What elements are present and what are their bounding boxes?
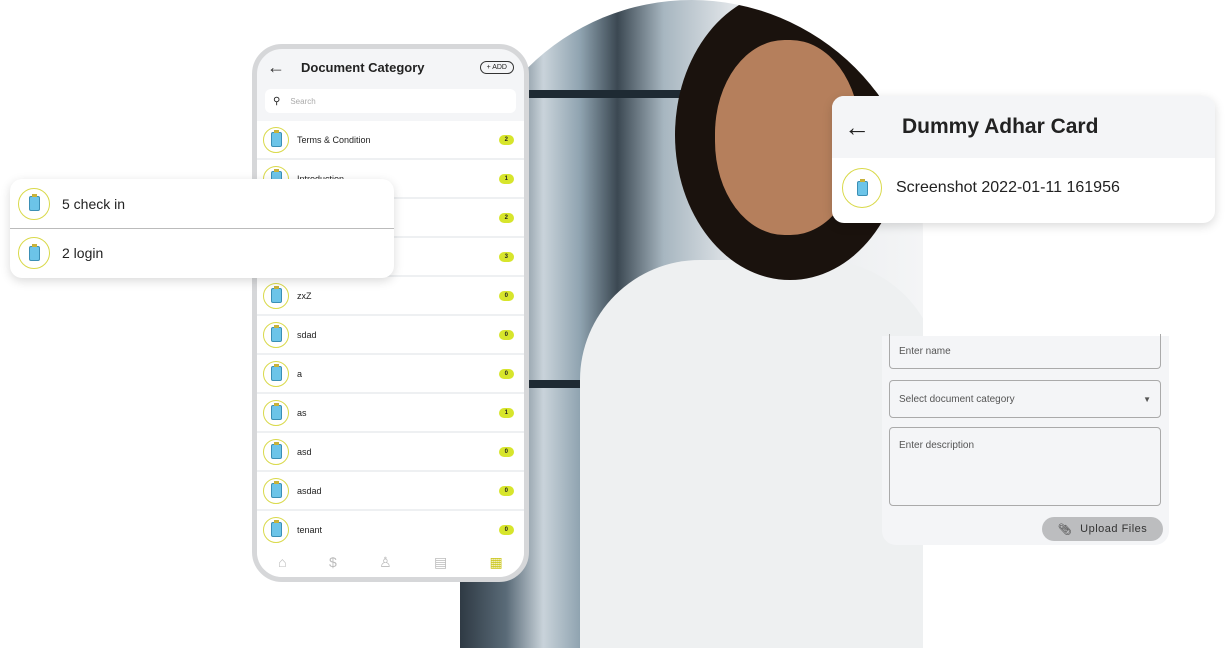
page-title: Document Category xyxy=(301,59,425,75)
count-badge: 0 xyxy=(498,368,514,379)
count-badge: 0 xyxy=(498,485,514,496)
count-badge: 0 xyxy=(498,524,514,535)
category-row[interactable]: asdad 0 xyxy=(257,472,524,511)
list-item: 2 login xyxy=(10,228,394,277)
category-label: asdad xyxy=(297,485,322,496)
back-arrow-icon[interactable]: ← xyxy=(267,57,301,78)
category-row[interactable]: zxZ 0 xyxy=(257,277,524,316)
category-label: Terms & Condition xyxy=(297,134,371,145)
clipboard-icon xyxy=(263,477,289,504)
count-badge: 3 xyxy=(498,251,514,262)
notice-icon[interactable]: ▤ xyxy=(434,554,447,571)
category-label: zxZ xyxy=(297,290,312,301)
chevron-down-icon: ▼ xyxy=(1143,394,1151,404)
search-input[interactable]: ⚲ Search xyxy=(265,89,516,113)
count-badge: 2 xyxy=(498,212,514,223)
helpdesk-icon[interactable]: ♙ xyxy=(379,554,392,571)
category-label: as xyxy=(297,407,307,418)
home-icon[interactable]: ⌂ xyxy=(278,554,286,570)
clipboard-icon xyxy=(263,438,289,465)
count-badge: 1 xyxy=(498,173,514,184)
clipboard-icon xyxy=(263,360,289,387)
add-button[interactable]: + ADD xyxy=(479,60,514,74)
category-row[interactable]: as 1 xyxy=(257,394,524,433)
count-badge: 0 xyxy=(498,446,514,457)
count-badge: 1 xyxy=(498,407,514,418)
phone-mockup: ← Document Category + ADD ⚲ Search Terms… xyxy=(252,44,529,582)
bottom-nav: ⌂ $ ♙ ▤ ▦ xyxy=(257,547,524,577)
category-label: a xyxy=(297,368,303,379)
payment-icon[interactable]: $ xyxy=(329,554,337,570)
category-row[interactable]: asd 0 xyxy=(257,433,524,472)
description-input[interactable]: Enter description xyxy=(889,427,1161,506)
clipboard-icon xyxy=(842,168,882,208)
paperclip-icon: 📎︎ xyxy=(1057,523,1073,536)
search-icon: ⚲ xyxy=(273,95,281,107)
name-input[interactable]: Enter name xyxy=(889,334,1161,369)
clipboard-icon xyxy=(18,187,50,220)
category-row[interactable]: sdad 0 xyxy=(257,316,524,355)
category-row[interactable]: a0 xyxy=(257,355,524,394)
file-item[interactable]: Screenshot 2022-01-11 161956 xyxy=(832,158,1215,218)
list-item: 5 check in xyxy=(10,179,394,228)
category-select[interactable]: Select document category ▼ xyxy=(889,380,1161,418)
category-label: sdad xyxy=(297,329,317,340)
count-badge: 0 xyxy=(498,290,514,301)
clipboard-icon xyxy=(263,516,289,543)
more-grid-icon[interactable]: ▦ xyxy=(490,554,503,571)
category-label: asd xyxy=(297,446,312,457)
clipboard-icon xyxy=(263,282,289,309)
upload-files-button[interactable]: 📎︎ Upload Files xyxy=(1042,517,1163,541)
upload-form: Enter name Select document category ▼ Ent… xyxy=(882,334,1169,545)
document-card: ← Dummy Adhar Card Screenshot 2022-01-11 … xyxy=(832,96,1215,223)
back-arrow-icon[interactable]: ← xyxy=(844,112,902,143)
category-label: tenant xyxy=(297,524,323,535)
count-badge: 2 xyxy=(498,134,514,145)
activity-card: 5 check in 2 login xyxy=(10,179,394,278)
count-badge: 0 xyxy=(498,329,514,340)
clipboard-icon xyxy=(263,399,289,426)
category-row[interactable]: tenant 0 xyxy=(257,511,524,550)
clipboard-icon xyxy=(263,126,289,153)
category-row[interactable]: Terms & Condition 2 xyxy=(257,121,524,160)
clipboard-icon xyxy=(18,237,50,269)
clipboard-icon xyxy=(263,321,289,348)
document-title: Dummy Adhar Card xyxy=(902,115,1099,138)
